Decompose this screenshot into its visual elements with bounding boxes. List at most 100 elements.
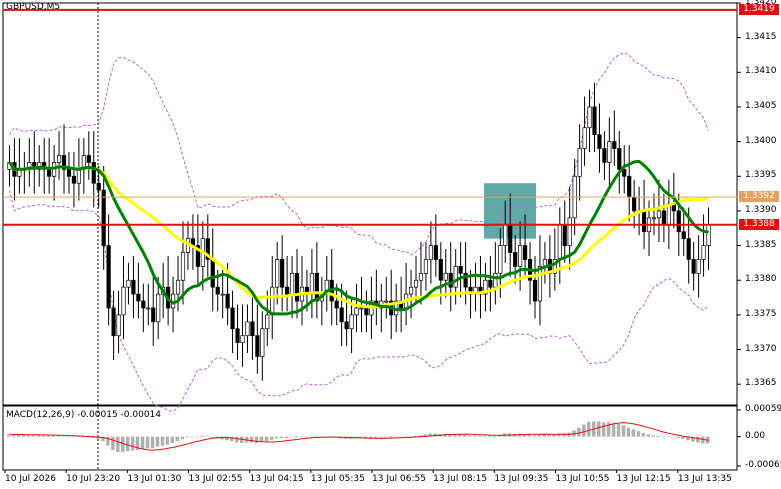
macd-tick-label: -0.00065 [745,460,781,470]
candle-body [334,300,339,309]
candle-body [136,293,141,302]
time-tick-label: 13 Jul 02:55 [188,474,243,484]
price-tick-label: 1.3410 [745,66,777,77]
price-tick-label: 1.3400 [745,135,777,146]
macd-histogram-bar [140,436,145,450]
macd-histogram-bar [299,436,303,438]
price-tick-label: 1.3390 [745,204,777,215]
macd-histogram-bar [547,434,551,437]
price-tick-label: 1.3405 [745,100,777,111]
candle-body [537,266,543,302]
candle-body [265,314,270,330]
candle-body [91,162,96,184]
macd-histogram-bar [587,421,591,437]
price-tick-label: 1.3365 [745,378,777,389]
macd-histogram-bar [468,435,472,437]
macd-histogram-bar [269,436,274,440]
candle-body [255,335,260,357]
macd-histogram-bar [205,436,209,437]
macd-histogram-bar [26,435,31,437]
time-tick-label: 13 Jul 12:15 [616,474,671,484]
price-tick-label: 1.3380 [745,274,777,285]
candle-body [240,335,245,343]
price-tick-label: 1.3395 [745,170,777,181]
candle-body [666,203,671,226]
candle-body [220,293,225,296]
time-tick-label: 13 Jul 09:35 [494,474,549,484]
macd-histogram-bar [611,422,616,437]
macd-histogram-bar [473,435,477,437]
candle-body [215,286,220,295]
candle-body [408,286,414,295]
candle-body [423,259,429,274]
macd-histogram-bar [463,434,467,437]
macd-histogram-bar [681,436,685,439]
macd-histogram-bar [383,436,388,438]
macd-histogram-bar [492,435,497,437]
macd-histogram-bar [46,435,51,437]
macd-histogram-bar [656,435,660,437]
macd-histogram-bar [294,436,299,438]
macd-histogram-bar [264,436,269,442]
candle-body [309,272,314,295]
candle-body [701,245,706,260]
macd-histogram-bar [532,435,536,437]
candle-body [661,210,666,226]
macd-histogram-bar [636,431,641,437]
candle-body [146,307,151,310]
macd-histogram-bar [170,436,175,443]
candle-body [106,245,111,309]
macd-histogram-bar [185,436,189,438]
candle-body [289,272,295,295]
macd-histogram-bar [230,436,234,442]
macd-histogram-bar [616,424,621,437]
time-tick-label: 13 Jul 01:30 [127,474,182,484]
candle-body [443,272,448,281]
level-price-tag: 1.3419 [739,3,779,15]
macd-histogram-bar [661,436,665,438]
macd-histogram-bar [150,436,155,448]
candle-body [691,259,696,274]
macd-histogram-bar [626,427,631,437]
macd-histogram-bar [160,436,165,446]
candle-body [260,328,265,357]
candle-body [294,272,300,302]
macd-histogram-bar [577,427,581,437]
candle-body [622,168,627,177]
macd-histogram-bar [537,434,541,437]
macd-histogram-bar [631,429,636,437]
macd-histogram-bar [155,436,160,447]
macd-histogram-bar [254,436,259,443]
candle-body [641,210,647,233]
candle-body [180,252,186,281]
candle-body [71,175,77,184]
candle-body [503,224,508,246]
macd-histogram-bar [56,435,61,437]
candle-body [681,231,686,240]
macd-histogram-bar [641,433,646,437]
candle-body [96,182,101,191]
candle-body [101,189,106,246]
time-tick-label: 10 Jul 2026 [5,474,56,484]
macd-histogram-bar [309,436,313,438]
macd-histogram-bar [651,435,655,437]
candle-body [66,168,72,177]
candle-body [508,224,513,253]
macd-histogram-bar [373,436,378,438]
macd-histogram-bar [61,436,66,437]
candle-body [453,266,458,288]
candle-body [344,321,349,330]
macd-histogram-bar [195,436,199,438]
macd-histogram-bar [487,435,492,437]
time-tick-label: 13 Jul 06:55 [372,474,426,484]
candle-body [706,224,711,246]
macd-tick-label: 0.00 [745,430,766,441]
candle-body [627,175,632,198]
candle-body [86,155,91,163]
candle-body [275,259,280,288]
candle-body [498,245,503,274]
candle-body [458,266,463,274]
candle-body [587,106,592,129]
candle-body [438,259,443,281]
macd-histogram-bar [21,434,26,437]
